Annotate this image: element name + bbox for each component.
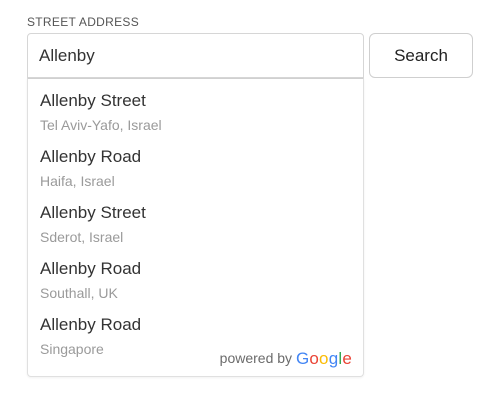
address-search-input[interactable]: [27, 33, 364, 78]
suggestion-secondary-text: Southall, UK: [40, 285, 118, 301]
google-logo-letter: o: [309, 349, 320, 368]
suggestion-item[interactable]: Allenby Street Sderot, Israel: [28, 191, 363, 247]
suggestion-item[interactable]: Allenby Street Tel Aviv-Yafo, Israel: [28, 79, 363, 135]
suggestion-primary-text: Allenby Road: [40, 315, 142, 334]
google-logo-letter: G: [295, 349, 310, 368]
suggestion-secondary-text: Singapore: [40, 341, 104, 357]
suggestion-item[interactable]: Allenby Road Southall, UK: [28, 247, 363, 303]
suggestion-primary-text: Allenby Street: [40, 203, 146, 222]
suggestion-item[interactable]: Allenby Road Haifa, Israel: [28, 135, 363, 191]
google-logo-letter: g: [328, 349, 339, 368]
suggestion-secondary-text: Tel Aviv-Yafo, Israel: [40, 117, 162, 133]
suggestion-primary-text: Allenby Road: [40, 259, 142, 278]
autocomplete-dropdown: Allenby Street Tel Aviv-Yafo, Israel All…: [27, 78, 364, 377]
suggestion-secondary-text: Haifa, Israel: [40, 173, 115, 189]
suggestion-primary-text: Allenby Street: [40, 91, 146, 110]
suggestion-primary-text: Allenby Road: [40, 147, 142, 166]
powered-by-attribution: powered by Google: [220, 349, 352, 368]
google-logo-letter: o: [319, 349, 329, 368]
attribution-prefix: powered by: [219, 350, 293, 366]
suggestion-secondary-text: Sderot, Israel: [40, 229, 124, 245]
google-logo: Google: [296, 350, 352, 368]
field-label: STREET ADDRESS: [27, 15, 140, 29]
search-button[interactable]: Search: [369, 33, 473, 78]
google-logo-letter: e: [342, 349, 352, 368]
